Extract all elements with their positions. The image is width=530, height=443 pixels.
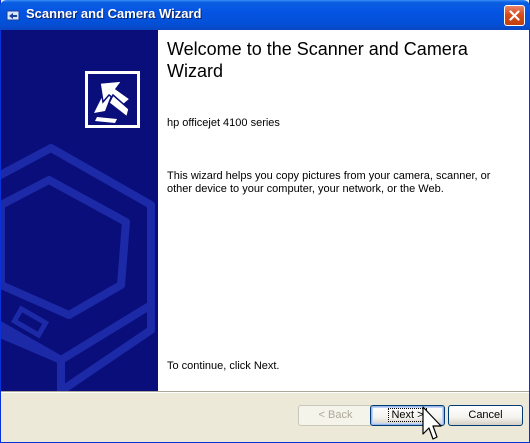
page-title: Welcome to the Scanner and Camera Wizard [167,39,468,81]
wizard-logo-icon [88,74,137,125]
wizard-content: Welcome to the Scanner and Camera Wizard… [158,30,529,391]
cancel-button[interactable]: Cancel [448,405,523,426]
device-name: hp officejet 4100 series [167,117,280,129]
cancel-button-label: Cancel [468,409,503,421]
wizard-sidebar [1,30,158,391]
close-button[interactable] [504,5,525,26]
button-divider [1,391,529,393]
next-button-label: Next > [388,408,427,422]
title-bar[interactable]: Scanner and Camera Wizard [0,0,530,30]
back-button[interactable]: < Back [298,405,373,426]
wizard-logo [85,71,140,128]
continue-instruction: To continue, click Next. [167,360,280,372]
wizard-window: Scanner and Camera Wizard Welcome to the… [0,0,530,443]
back-button-label: < Back [318,409,353,421]
window-title: Scanner and Camera Wizard [26,6,202,21]
next-button[interactable]: Next > [370,405,445,426]
wizard-description: This wizard helps you copy pictures from… [167,170,491,195]
wizard-app-icon [6,10,20,21]
close-icon [509,10,520,21]
